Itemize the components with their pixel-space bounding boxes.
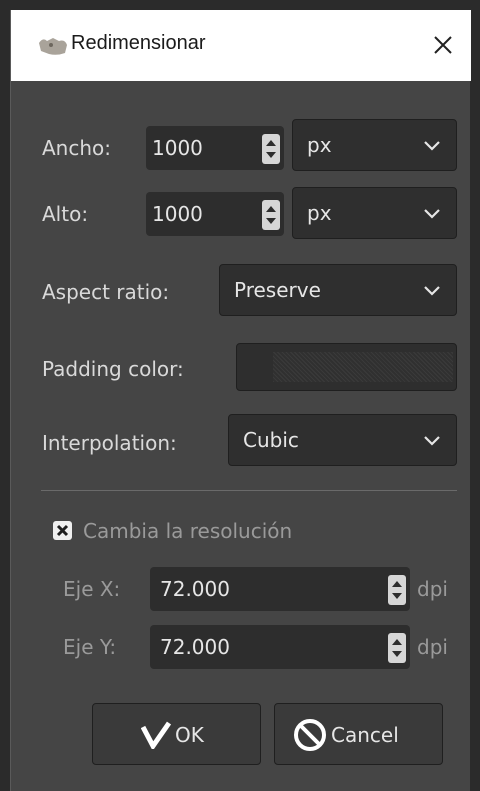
x-resolution-value[interactable]: 72.000: [160, 577, 230, 601]
chevron-down-icon: [424, 141, 440, 151]
title-bar: Redimensionar: [11, 10, 471, 81]
height-unit-value: px: [307, 201, 332, 225]
checkmark-icon: [141, 721, 171, 749]
y-resolution-label: Eje Y:: [63, 635, 117, 659]
width-label: Ancho:: [42, 136, 112, 160]
ok-button-label: OK: [175, 723, 204, 747]
aspect-ratio-select[interactable]: Preserve: [219, 264, 457, 316]
width-unit-value: px: [307, 133, 332, 157]
interpolation-label: Interpolation:: [42, 431, 177, 455]
spin-arrows-icon[interactable]: [260, 134, 282, 164]
change-resolution-checkbox[interactable]: [53, 521, 72, 540]
change-resolution-label[interactable]: Cambia la resolución: [83, 519, 292, 543]
spin-arrows-icon[interactable]: [386, 575, 408, 605]
interpolation-select[interactable]: Cubic: [228, 414, 457, 466]
ok-button[interactable]: OK: [92, 703, 261, 765]
height-label: Alto:: [42, 202, 89, 226]
chevron-down-icon: [424, 209, 440, 219]
padding-color-swatch[interactable]: [236, 343, 457, 391]
spin-arrows-icon[interactable]: [260, 200, 282, 230]
padding-color-label: Padding color:: [42, 357, 184, 381]
color-preview: [273, 352, 453, 382]
height-spinbox[interactable]: 1000: [146, 192, 284, 236]
cancel-button-label: Cancel: [331, 723, 399, 747]
y-resolution-unit: dpi: [417, 635, 448, 659]
chevron-down-icon: [424, 286, 440, 296]
aspect-ratio-label: Aspect ratio:: [42, 280, 170, 304]
gimp-app-icon: [39, 38, 67, 55]
x-resolution-label: Eje X:: [63, 577, 121, 601]
checkmark-icon: [56, 524, 69, 537]
x-resolution-spinbox[interactable]: 72.000: [150, 567, 410, 611]
y-resolution-spinbox[interactable]: 72.000: [150, 625, 410, 669]
height-value[interactable]: 1000: [152, 202, 203, 226]
spin-arrows-icon[interactable]: [386, 633, 408, 663]
close-icon[interactable]: [425, 27, 461, 63]
dialog-content: Ancho: 1000 px Alto: 1000 px Aspect rati…: [11, 81, 471, 791]
width-unit-select[interactable]: px: [292, 119, 457, 171]
interpolation-value: Cubic: [243, 428, 299, 452]
aspect-ratio-value: Preserve: [234, 278, 321, 302]
width-spinbox[interactable]: 1000: [146, 126, 284, 170]
cancel-button[interactable]: Cancel: [274, 703, 443, 765]
cancel-circle-icon: [294, 719, 326, 751]
window-title: Redimensionar: [71, 32, 206, 54]
width-value[interactable]: 1000: [152, 136, 203, 160]
resize-dialog: Redimensionar Ancho: 1000 px Alto: 1000: [10, 10, 471, 791]
chevron-down-icon: [424, 436, 440, 446]
y-resolution-value[interactable]: 72.000: [160, 635, 230, 659]
section-divider: [41, 490, 457, 491]
x-resolution-unit: dpi: [417, 577, 448, 601]
height-unit-select[interactable]: px: [292, 187, 457, 239]
